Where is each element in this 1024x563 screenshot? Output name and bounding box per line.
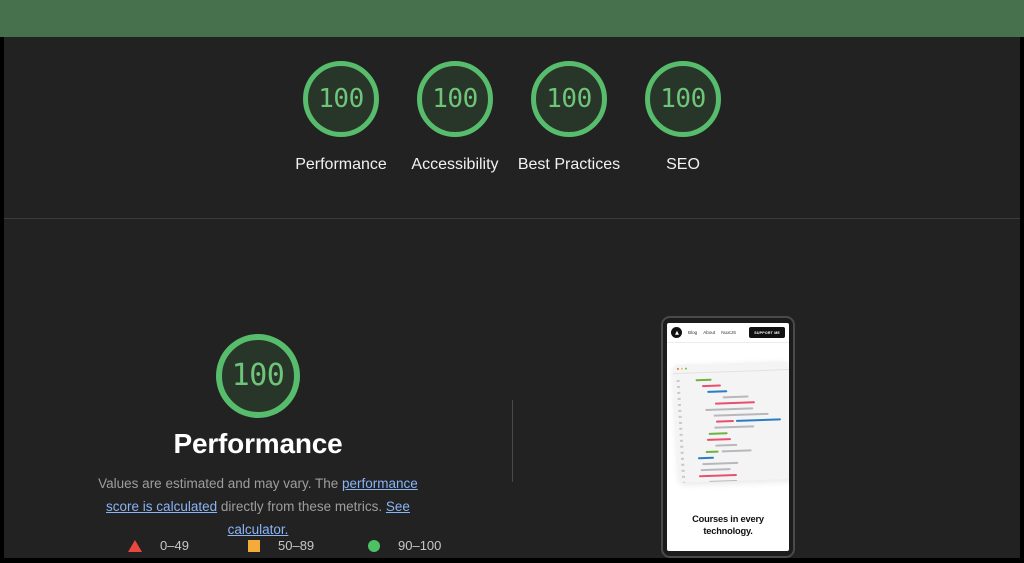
description-prefix: Values are estimated and may vary. The (98, 476, 343, 491)
window-dot-yellow (680, 367, 683, 370)
chart-row-tick (676, 386, 681, 388)
chart-row-tick (677, 392, 681, 394)
score-gauge-value: 100 (432, 84, 478, 114)
score-gauge-cell[interactable]: 100 Accessibility (398, 61, 512, 176)
chart-row-tick (682, 482, 686, 483)
chart-bar-segment (715, 400, 756, 405)
preview-screen: Blog About NuxtJS SUPPORT ME Courses in … (667, 323, 789, 551)
performance-gauge-wrap: 100 (4, 334, 512, 418)
score-gauge-label: SEO (666, 156, 700, 173)
chart-row-tick (681, 470, 686, 472)
performance-detail-left: 100 Performance Values are estimated and… (4, 220, 512, 558)
chart-row-tick (677, 404, 682, 406)
chart-bar-segment (698, 456, 715, 460)
chart-row-tick (678, 422, 683, 424)
chart-bar-segment (716, 419, 735, 423)
chart-bar-segment (707, 437, 732, 442)
chart-bar-segment (699, 473, 738, 478)
chart-row-tick (679, 428, 683, 430)
support-me-button[interactable]: SUPPORT ME (749, 327, 785, 338)
score-gauge[interactable]: 100 (531, 61, 607, 137)
chart-row-tick (677, 398, 682, 400)
chart-row-tick (680, 458, 685, 460)
chart-row-tick (678, 410, 682, 412)
top-green-band (0, 0, 1024, 37)
score-gauge-cell[interactable]: 100 SEO (626, 61, 740, 176)
chart-bar-segment (708, 431, 729, 436)
score-gauge-label: Accessibility (411, 156, 499, 173)
chart-row-tick (681, 476, 686, 478)
score-gauge-label: Performance (295, 156, 387, 173)
chart-bar-segment (721, 449, 753, 453)
mobile-screenshot-preview[interactable]: Blog About NuxtJS SUPPORT ME Courses in … (661, 316, 795, 558)
illustration-chart-body (673, 370, 789, 483)
lighthouse-report-page: 100 Performance 100 Accessibility 100 Best Pr… (0, 0, 1024, 563)
performance-title: Performance (173, 428, 343, 459)
chart-bar-segment (722, 395, 750, 399)
legend-range: 50–89 (278, 538, 315, 553)
score-legend: 0–49 50–89 90–100 (128, 538, 488, 553)
score-gauge-cell[interactable]: 100 Performance (284, 61, 398, 176)
score-gauge-label: Best Practices (517, 156, 621, 173)
chart-bar-segment (709, 479, 738, 483)
preview-caption: Courses in every technology. (692, 514, 764, 536)
nav-link-nuxtjs[interactable]: NuxtJS (721, 330, 736, 335)
score-gauge[interactable]: 100 (303, 61, 379, 137)
chart-bar-segment (700, 467, 732, 472)
performance-detail-section: 100 Performance Values are estimated and… (4, 220, 1020, 558)
score-gauge-row: 100 Performance 100 Accessibility 100 Best Pr… (4, 61, 1020, 176)
nav-link-blog[interactable]: Blog (688, 330, 697, 335)
legend-item: 50–89 (248, 538, 368, 553)
chart-bar-segment (695, 378, 713, 382)
circle-icon (368, 539, 380, 552)
site-logo-icon (671, 327, 682, 338)
chart-bar-segment (702, 384, 722, 388)
performance-gauge-score: 100 (231, 358, 285, 393)
legend-item: 90–100 (368, 538, 488, 553)
chart-row-tick (681, 464, 685, 466)
chart-row-tick (676, 380, 681, 382)
triangle-icon (128, 539, 142, 552)
preview-chart-illustration (672, 361, 789, 483)
chart-bar-segment (715, 443, 738, 447)
score-gauge[interactable]: 100 (417, 61, 493, 137)
chart-row-tick (680, 452, 685, 454)
description-middle: directly from these metrics. (217, 499, 386, 514)
score-gauge-cell[interactable]: 100 Best Practices (512, 61, 626, 176)
chart-bar-segment (707, 389, 728, 394)
window-dot-red (676, 367, 680, 371)
legend-item: 0–49 (128, 538, 248, 553)
chart-bar-segment (714, 424, 755, 429)
chart-bar-segment (702, 461, 739, 466)
score-gauge-value: 100 (318, 84, 364, 114)
window-dot-green (684, 367, 687, 370)
chart-row-tick (679, 440, 684, 442)
score-gauge[interactable]: 100 (645, 61, 721, 137)
score-gauge-value: 100 (660, 84, 706, 114)
chart-row-tick (678, 416, 683, 418)
section-vertical-divider (512, 400, 513, 482)
nav-link-about[interactable]: About (703, 330, 715, 335)
score-summary-strip: 100 Performance 100 Accessibility 100 Best Pr… (4, 37, 1020, 219)
performance-description: Values are estimated and may vary. The p… (98, 472, 418, 541)
report-panel: 100 Performance 100 Accessibility 100 Best Pr… (4, 37, 1020, 558)
legend-range: 0–49 (160, 538, 189, 553)
legend-range: 90–100 (398, 538, 442, 553)
score-gauge-value: 100 (546, 84, 592, 114)
chart-row-tick (679, 434, 684, 436)
square-icon (248, 539, 260, 552)
chart-row-tick (680, 446, 684, 448)
performance-gauge[interactable]: 100 (216, 334, 300, 418)
preview-site-nav: Blog About NuxtJS SUPPORT ME (667, 323, 789, 343)
chart-bar-segment (705, 450, 720, 454)
